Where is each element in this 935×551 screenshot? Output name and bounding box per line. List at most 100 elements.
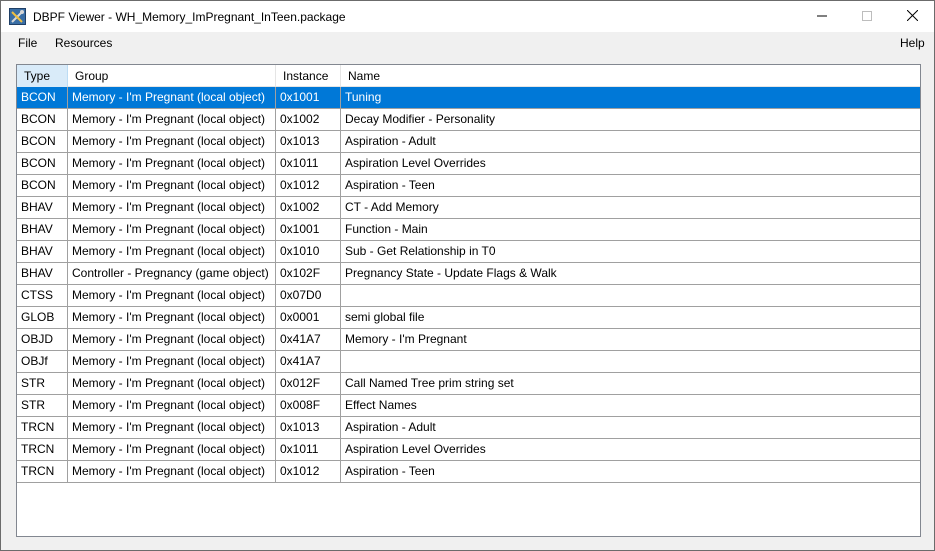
cell-instance: 0x1013 bbox=[276, 131, 341, 152]
cell-name: Tuning bbox=[345, 90, 382, 104]
cell-type: GLOB bbox=[17, 307, 68, 328]
cell-instance: 0x1013 bbox=[276, 417, 341, 438]
cell-group: Memory - I'm Pregnant (local object) bbox=[68, 175, 276, 196]
table-row[interactable]: CTSS Memory - I'm Pregnant (local object… bbox=[17, 285, 920, 307]
minimize-button[interactable] bbox=[799, 1, 845, 32]
table-row[interactable]: TRCN Memory - I'm Pregnant (local object… bbox=[17, 461, 920, 483]
cell-instance: 0x102F bbox=[276, 263, 341, 284]
app-window: DBPF Viewer - WH_Memory_ImPregnant_InTee… bbox=[0, 0, 935, 551]
cell-group: Memory - I'm Pregnant (local object) bbox=[68, 241, 276, 262]
window-title: DBPF Viewer - WH_Memory_ImPregnant_InTee… bbox=[33, 10, 346, 24]
cell-instance: 0x1002 bbox=[276, 109, 341, 130]
cell-name: Memory - I'm Pregnant bbox=[345, 332, 467, 346]
menu-help[interactable]: Help bbox=[900, 36, 925, 50]
cell-type: STR bbox=[17, 373, 68, 394]
table-row[interactable]: BCON Memory - I'm Pregnant (local object… bbox=[17, 109, 920, 131]
table-row[interactable]: BHAV Memory - I'm Pregnant (local object… bbox=[17, 219, 920, 241]
cell-type: BHAV bbox=[17, 241, 68, 262]
cell-group: Memory - I'm Pregnant (local object) bbox=[68, 197, 276, 218]
table-row[interactable]: OBJf Memory - I'm Pregnant (local object… bbox=[17, 351, 920, 373]
cell-name: Function - Main bbox=[345, 222, 428, 236]
cell-type: BCON bbox=[17, 153, 68, 174]
minimize-icon bbox=[817, 10, 827, 24]
tools-app-icon bbox=[9, 8, 26, 25]
cell-instance: 0x1001 bbox=[276, 87, 341, 108]
cell-group: Memory - I'm Pregnant (local object) bbox=[68, 219, 276, 240]
cell-group: Memory - I'm Pregnant (local object) bbox=[68, 131, 276, 152]
cell-type: BCON bbox=[17, 131, 68, 152]
cell-group: Memory - I'm Pregnant (local object) bbox=[68, 395, 276, 416]
column-header-instance[interactable]: Instance bbox=[276, 65, 341, 87]
cell-name: Decay Modifier - Personality bbox=[345, 112, 496, 126]
cell-instance: 0x008F bbox=[276, 395, 341, 416]
maximize-button[interactable] bbox=[844, 1, 890, 32]
table-row[interactable]: STR Memory - I'm Pregnant (local object)… bbox=[17, 373, 920, 395]
cell-instance: 0x1002 bbox=[276, 197, 341, 218]
table-row[interactable]: BCON Memory - I'm Pregnant (local object… bbox=[17, 175, 920, 197]
cell-name: Effect Names bbox=[345, 398, 417, 412]
table-row[interactable]: BCON Memory - I'm Pregnant (local object… bbox=[17, 131, 920, 153]
table-row[interactable]: GLOB Memory - I'm Pregnant (local object… bbox=[17, 307, 920, 329]
table-row[interactable]: BCON Memory - I'm Pregnant (local object… bbox=[17, 87, 920, 109]
cell-group: Memory - I'm Pregnant (local object) bbox=[68, 351, 276, 372]
table-row[interactable]: BCON Memory - I'm Pregnant (local object… bbox=[17, 153, 920, 175]
table-row[interactable]: BHAV Memory - I'm Pregnant (local object… bbox=[17, 197, 920, 219]
cell-instance: 0x012F bbox=[276, 373, 341, 394]
cell-type: TRCN bbox=[17, 417, 68, 438]
cell-name: semi global file bbox=[345, 310, 425, 324]
table-body: BCON Memory - I'm Pregnant (local object… bbox=[17, 87, 920, 483]
cell-group: Memory - I'm Pregnant (local object) bbox=[68, 285, 276, 306]
cell-instance: 0x41A7 bbox=[276, 329, 341, 350]
cell-instance: 0x41A7 bbox=[276, 351, 341, 372]
cell-name: Pregnancy State - Update Flags & Walk bbox=[345, 266, 557, 280]
cell-group: Memory - I'm Pregnant (local object) bbox=[68, 307, 276, 328]
cell-instance: 0x0001 bbox=[276, 307, 341, 328]
cell-name bbox=[341, 285, 920, 306]
cell-type: BHAV bbox=[17, 219, 68, 240]
cell-group: Memory - I'm Pregnant (local object) bbox=[68, 417, 276, 438]
table-row[interactable]: BHAV Memory - I'm Pregnant (local object… bbox=[17, 241, 920, 263]
cell-group: Controller - Pregnancy (game object) bbox=[68, 263, 276, 284]
cell-instance: 0x1012 bbox=[276, 461, 341, 482]
cell-name: Call Named Tree prim string set bbox=[345, 376, 514, 390]
cell-type: BHAV bbox=[17, 263, 68, 284]
cell-group: Memory - I'm Pregnant (local object) bbox=[68, 109, 276, 130]
cell-type: BCON bbox=[17, 175, 68, 196]
table-row[interactable]: BHAV Controller - Pregnancy (game object… bbox=[17, 263, 920, 285]
cell-instance: 0x1011 bbox=[276, 439, 341, 460]
cell-name: CT - Add Memory bbox=[345, 200, 439, 214]
table-row[interactable]: STR Memory - I'm Pregnant (local object)… bbox=[17, 395, 920, 417]
table-row[interactable]: TRCN Memory - I'm Pregnant (local object… bbox=[17, 417, 920, 439]
cell-group: Memory - I'm Pregnant (local object) bbox=[68, 461, 276, 482]
cell-instance: 0x1001 bbox=[276, 219, 341, 240]
cell-name: Aspiration Level Overrides bbox=[345, 156, 486, 170]
cell-type: CTSS bbox=[17, 285, 68, 306]
cell-group: Memory - I'm Pregnant (local object) bbox=[68, 373, 276, 394]
title-bar[interactable]: DBPF Viewer - WH_Memory_ImPregnant_InTee… bbox=[1, 1, 934, 32]
menu-resources[interactable]: Resources bbox=[55, 36, 112, 50]
cell-instance: 0x1010 bbox=[276, 241, 341, 262]
close-icon bbox=[906, 9, 918, 24]
table-row[interactable]: TRCN Memory - I'm Pregnant (local object… bbox=[17, 439, 920, 461]
cell-type: TRCN bbox=[17, 461, 68, 482]
cell-instance: 0x1012 bbox=[276, 175, 341, 196]
column-header: Type Group Instance Name bbox=[17, 65, 920, 87]
column-header-name[interactable]: Name bbox=[341, 65, 920, 87]
cell-name: Aspiration - Adult bbox=[345, 420, 436, 434]
cell-type: BHAV bbox=[17, 197, 68, 218]
menu-bar: File Resources Help bbox=[1, 32, 934, 54]
resource-list[interactable]: Type Group Instance Name BCON Memory - I… bbox=[16, 64, 921, 537]
column-header-type[interactable]: Type bbox=[17, 65, 68, 87]
cell-instance: 0x1011 bbox=[276, 153, 341, 174]
column-header-group[interactable]: Group bbox=[68, 65, 276, 87]
table-row[interactable]: OBJD Memory - I'm Pregnant (local object… bbox=[17, 329, 920, 351]
cell-group: Memory - I'm Pregnant (local object) bbox=[68, 329, 276, 350]
cell-name: Aspiration - Teen bbox=[345, 464, 435, 478]
cell-name: Aspiration - Teen bbox=[345, 178, 435, 192]
close-button[interactable] bbox=[889, 1, 935, 32]
cell-type: TRCN bbox=[17, 439, 68, 460]
cell-name: Aspiration Level Overrides bbox=[345, 442, 486, 456]
cell-instance: 0x07D0 bbox=[276, 285, 341, 306]
cell-type: OBJf bbox=[17, 351, 68, 372]
menu-file[interactable]: File bbox=[18, 36, 37, 50]
